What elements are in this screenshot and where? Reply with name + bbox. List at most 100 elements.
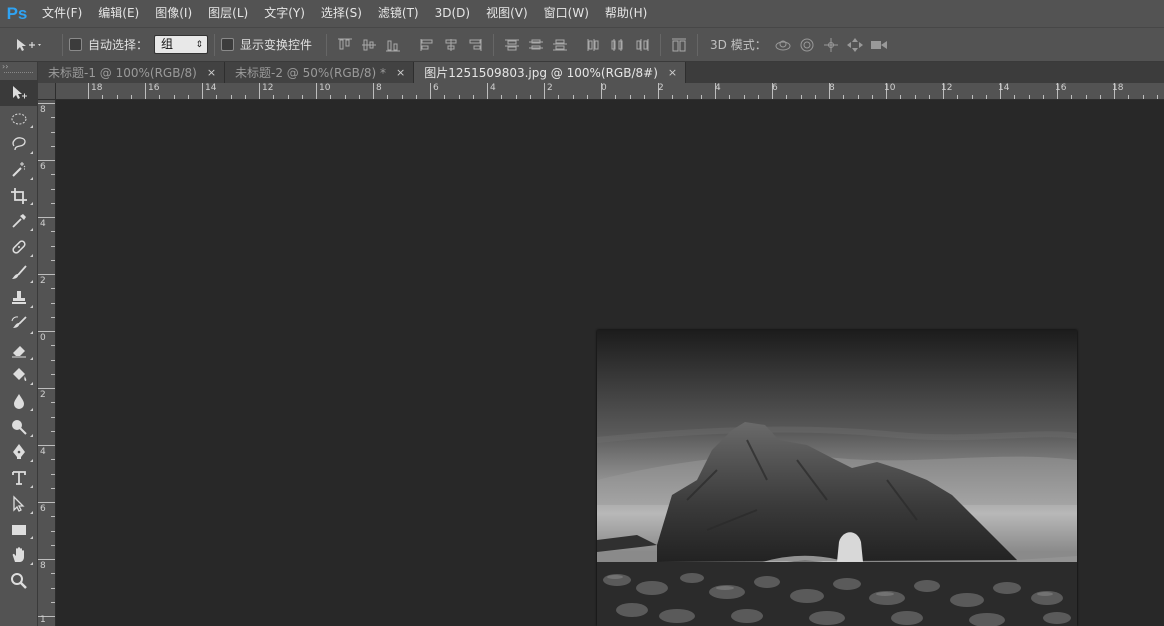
distribute-right-icon[interactable] [631,36,653,54]
drag-3d-icon[interactable] [819,35,843,55]
brush-tool[interactable] [0,260,38,286]
close-icon[interactable]: × [668,66,677,79]
auto-align-layers-icon[interactable] [668,36,690,54]
ruler-label: 2 [547,83,553,93]
crop-icon [11,187,27,204]
ruler-label: 1 [40,615,46,625]
brush-icon [12,265,27,279]
ruler-label: 4 [490,83,496,93]
align-right-edges-icon[interactable] [464,36,486,54]
magic-wand-tool[interactable] [0,157,38,183]
rotate-3d-icon[interactable] [771,35,795,55]
dodge-tool[interactable] [0,414,38,440]
ruler-label: 6 [40,504,46,514]
vertical-ruler-ticks [38,103,55,617]
tab-untitled-1[interactable]: 未标题-1 @ 100%(RGB/8) × [38,62,226,83]
separator [697,33,699,56]
tab-untitled-2[interactable]: 未标题-2 @ 50%(RGB/8) * × [225,62,415,83]
distribute-bottom-icon[interactable] [549,36,571,54]
zoom-icon [11,572,27,589]
move-tool[interactable] [0,80,38,106]
ruler-label: 18 [91,83,103,93]
distribute-left-icon[interactable] [583,36,605,54]
document-image[interactable] [597,330,1077,626]
vertical-ruler[interactable]: 8 6 4 2 0 2 4 6 8 1 [38,100,56,626]
hand-tool[interactable] [0,542,38,568]
photoshop-logo: Ps [6,3,28,23]
healing-brush-tool[interactable] [0,234,38,260]
ruler-label: 14 [205,83,217,93]
dodge-icon [12,419,27,435]
horizontal-ruler[interactable]: 18 16 14 12 10 8 6 4 2 0 2 4 6 8 10 12 1… [56,83,1164,100]
elliptical-marquee-icon [11,113,27,125]
move-tool-icon [13,85,27,99]
lasso-tool[interactable] [0,131,38,157]
ruler-label: 0 [40,333,46,343]
menu-select[interactable]: 选择(S) [313,0,370,27]
separator [660,33,662,56]
ruler-label: 12 [262,83,274,93]
menu-edit[interactable]: 编辑(E) [90,0,147,27]
align-vertical-centers-icon[interactable] [358,36,380,54]
align-horizontal-centers-icon[interactable] [440,36,462,54]
align-top-edges-icon[interactable] [334,36,356,54]
hand-icon [12,547,24,563]
history-brush-tool[interactable] [0,311,38,337]
slide-3d-icon[interactable] [843,35,867,55]
history-brush-icon [11,316,27,329]
canvas-workspace[interactable] [56,100,1164,626]
scale-3d-icon[interactable] [867,35,891,55]
auto-select-dropdown[interactable]: 组 ⇕ [154,35,209,54]
collapse-toolbox-icon[interactable]: ›› [0,62,37,72]
eyedropper-tool[interactable] [0,208,38,234]
distribute-vertical-centers-icon[interactable] [525,36,547,54]
eraser-tool[interactable] [0,337,38,363]
menu-layer[interactable]: 图层(L) [200,0,256,27]
toolbox-grip[interactable] [4,72,33,80]
tool-preset-picker[interactable] [0,28,56,61]
rectangle-icon [12,524,26,535]
zoom-tool[interactable] [0,568,38,594]
close-icon[interactable]: × [207,66,216,79]
document-tab-bar: 未标题-1 @ 100%(RGB/8) × 未标题-2 @ 50%(RGB/8)… [38,62,1164,83]
separator [62,33,63,56]
align-bottom-edges-icon[interactable] [382,36,404,54]
menu-window[interactable]: 窗口(W) [536,0,597,27]
rectangle-tool[interactable] [0,517,38,543]
ruler-label: 2 [658,83,664,93]
type-tool[interactable] [0,465,38,491]
distribute-horizontal-centers-icon[interactable] [607,36,629,54]
ruler-label: 10 [884,83,896,93]
close-icon[interactable]: × [396,66,405,79]
align-left-edges-icon[interactable] [416,36,438,54]
tab-label: 未标题-1 @ 100%(RGB/8) [48,66,197,80]
ruler-label: 16 [1055,83,1067,93]
menu-help[interactable]: 帮助(H) [597,0,655,27]
elliptical-marquee-tool[interactable] [0,106,38,132]
crop-tool[interactable] [0,183,38,209]
ruler-label: 14 [998,83,1010,93]
menu-filter[interactable]: 滤镜(T) [370,0,427,27]
ruler-label: 8 [829,83,835,93]
menu-image[interactable]: 图像(I) [147,0,200,27]
pen-tool[interactable] [0,440,38,466]
menu-bar: Ps 文件(F) 编辑(E) 图像(I) 图层(L) 文字(Y) 选择(S) 滤… [0,0,1164,27]
menu-file[interactable]: 文件(F) [34,0,90,27]
menu-type[interactable]: 文字(Y) [256,0,313,27]
menu-3d[interactable]: 3D(D) [427,0,478,27]
ruler-label: 8 [376,83,382,93]
blur-tool[interactable] [0,388,38,414]
ruler-label: 10 [319,83,331,93]
tab-image-jpg[interactable]: 图片1251509803.jpg @ 100%(RGB/8#) × [414,62,687,83]
auto-select-checkbox[interactable] [69,38,82,51]
show-transform-checkbox[interactable] [221,38,235,51]
ruler-origin[interactable] [38,83,56,100]
clone-stamp-tool[interactable] [0,286,38,312]
eraser-icon [12,345,26,358]
menu-view[interactable]: 视图(V) [478,0,536,27]
roll-3d-icon[interactable] [795,35,819,55]
path-selection-tool[interactable] [0,491,38,517]
ruler-label: 6 [772,83,778,93]
distribute-top-icon[interactable] [501,36,523,54]
paint-bucket-tool[interactable] [0,363,38,389]
